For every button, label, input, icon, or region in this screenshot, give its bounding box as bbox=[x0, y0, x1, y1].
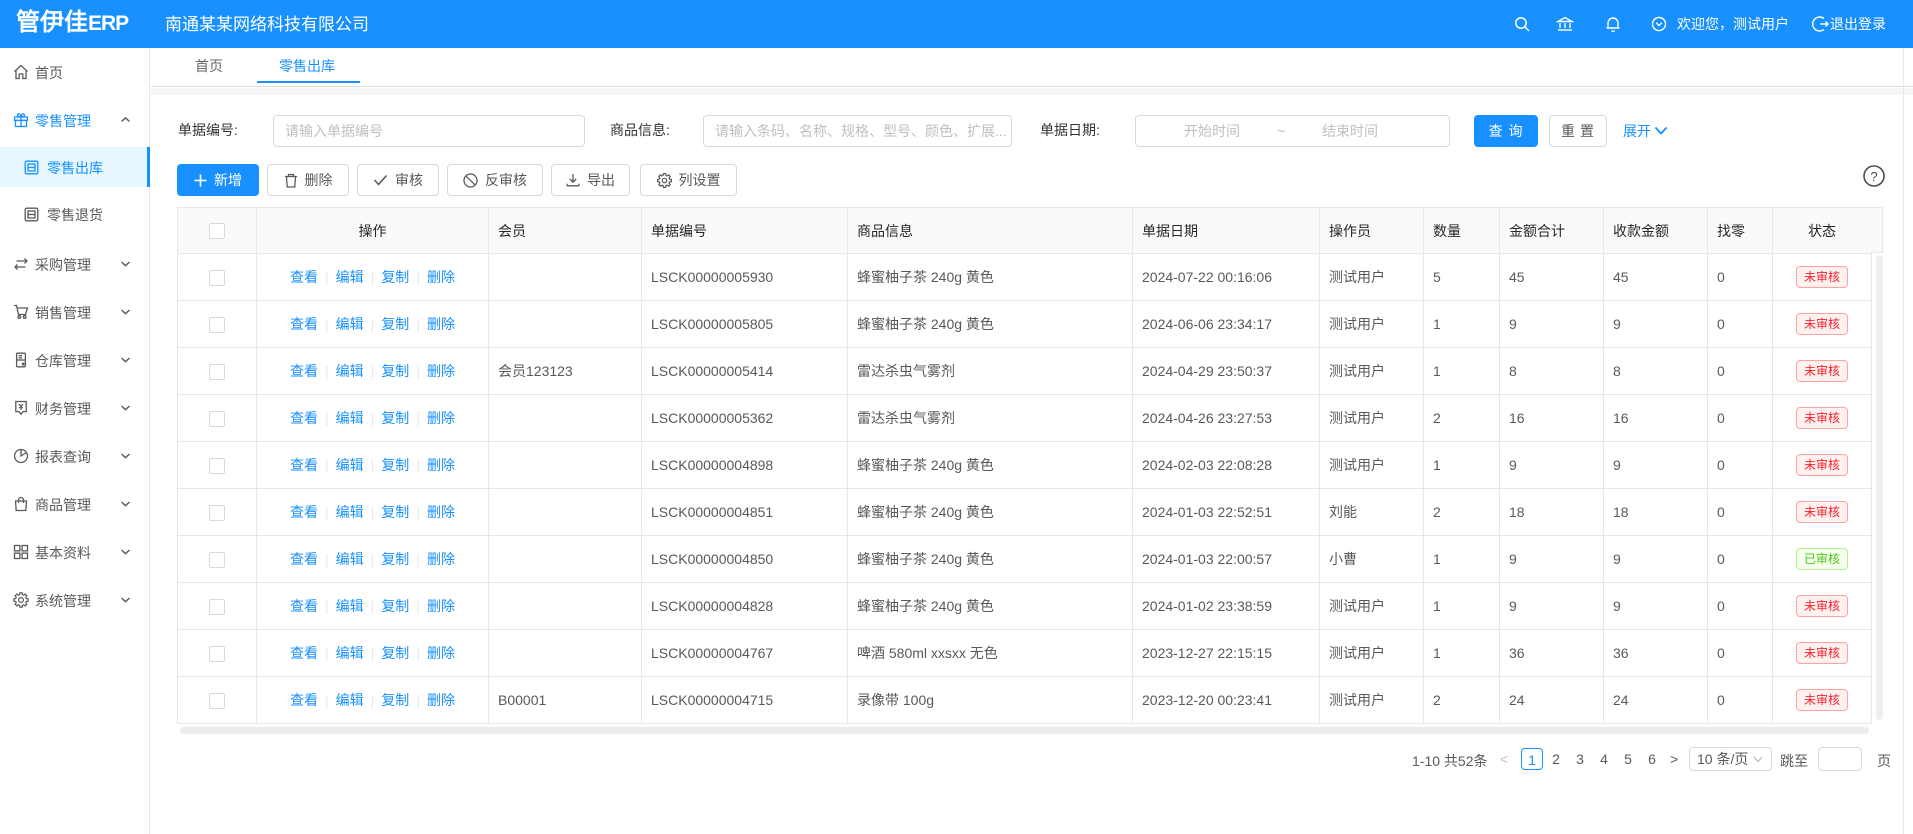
svg-text:?: ? bbox=[1870, 169, 1877, 184]
